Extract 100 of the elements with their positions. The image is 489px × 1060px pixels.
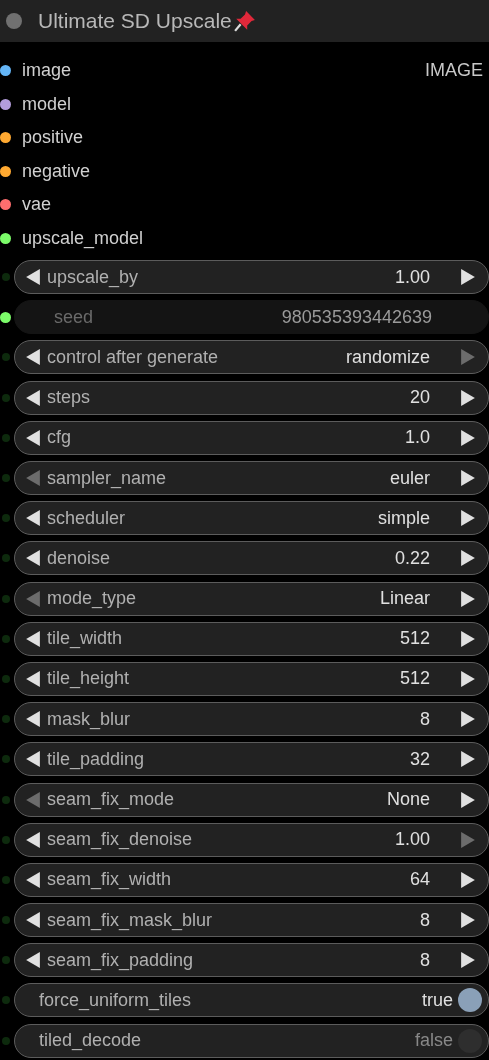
increment-arrow-icon[interactable] <box>460 630 476 647</box>
input-slot-dot[interactable] <box>2 554 10 563</box>
input-slot-dot[interactable] <box>0 311 11 323</box>
toggle-knob[interactable] <box>458 1028 482 1053</box>
toggle-widget[interactable]: force_uniform_tiles true <box>14 983 489 1018</box>
widget-label: force_uniform_tiles <box>39 989 192 1011</box>
increment-arrow-icon[interactable] <box>460 912 476 929</box>
number-widget[interactable]: mask_blur 8 <box>14 702 489 737</box>
collapse-dot-icon[interactable] <box>6 13 22 29</box>
widget-value: randomize <box>345 346 430 368</box>
input-slot-dot[interactable] <box>2 674 10 683</box>
decrement-arrow-icon[interactable] <box>25 550 41 567</box>
increment-arrow-icon[interactable] <box>460 711 476 728</box>
input-slot-dot[interactable] <box>0 232 11 244</box>
input-slot-dot[interactable] <box>2 433 10 442</box>
input-slot-dot[interactable] <box>2 916 10 925</box>
input-slot-dot[interactable] <box>2 835 10 844</box>
increment-arrow-icon[interactable] <box>460 470 476 487</box>
number-widget[interactable]: seam_fix_mask_blur 8 <box>14 903 489 938</box>
number-widget[interactable]: tile_width 512 <box>14 621 489 656</box>
input-slot-dot[interactable] <box>2 795 10 804</box>
input-slot-dot[interactable] <box>2 715 10 724</box>
number-widget[interactable]: tile_padding 32 <box>14 742 489 777</box>
decrement-arrow-icon[interactable] <box>25 871 41 888</box>
increment-arrow-icon[interactable] <box>460 952 476 969</box>
input-slot-dot[interactable] <box>2 393 10 402</box>
decrement-arrow-icon[interactable] <box>25 630 41 647</box>
decrement-arrow-icon[interactable] <box>25 349 41 366</box>
input-slot-dot[interactable] <box>0 132 11 144</box>
widget-value: Linear <box>379 588 430 610</box>
widget-label: steps <box>47 387 91 409</box>
widget-label: seam_fix_mode <box>47 789 175 811</box>
number-widget[interactable]: seam_fix_denoise 1.00 <box>14 822 489 857</box>
number-widget[interactable]: seam_fix_width 64 <box>14 862 489 897</box>
input-slot-dot[interactable] <box>2 474 10 483</box>
decrement-arrow-icon[interactable] <box>25 952 41 969</box>
number-widget[interactable]: denoise 0.22 <box>14 541 489 576</box>
decrement-arrow-icon[interactable] <box>25 711 41 728</box>
input-slot-dot[interactable] <box>0 199 11 211</box>
input-label: vae <box>22 194 52 216</box>
toggle-knob[interactable] <box>458 988 482 1013</box>
decrement-arrow-icon[interactable] <box>25 912 41 929</box>
increment-arrow-icon[interactable] <box>460 269 476 286</box>
increment-arrow-icon[interactable] <box>460 590 476 607</box>
input-slot-dot[interactable] <box>2 514 10 523</box>
output-label: IMAGE <box>425 60 483 82</box>
input-label: upscale_model <box>22 227 144 249</box>
increment-arrow-icon[interactable] <box>460 550 476 567</box>
input-slot-dot[interactable] <box>2 1036 10 1045</box>
widget-label: tile_height <box>47 668 130 690</box>
increment-arrow-icon[interactable] <box>460 751 476 768</box>
input-label: image <box>22 60 72 82</box>
widget-value: 64 <box>409 869 430 891</box>
decrement-arrow-icon[interactable] <box>25 429 41 446</box>
input-slot-dot[interactable] <box>2 594 10 603</box>
number-widget[interactable]: tile_height 512 <box>14 661 489 696</box>
decrement-arrow-icon[interactable] <box>25 269 41 286</box>
decrement-arrow-icon[interactable] <box>25 670 41 687</box>
combo-widget[interactable]: scheduler simple <box>14 501 489 536</box>
converted-input-widget: seed 980535393442639 <box>14 300 489 335</box>
input-slot-dot[interactable] <box>2 875 10 884</box>
input-label: model <box>22 93 72 115</box>
number-widget[interactable]: seam_fix_padding 8 <box>14 943 489 978</box>
input-slot-dot[interactable] <box>2 996 10 1005</box>
combo-widget[interactable]: control after generate randomize <box>14 340 489 375</box>
increment-arrow-icon[interactable] <box>460 389 476 406</box>
widget-label: mode_type <box>47 588 137 610</box>
combo-widget[interactable]: mode_type Linear <box>14 581 489 616</box>
input-label: negative <box>22 160 91 182</box>
combo-widget[interactable]: sampler_name euler <box>14 461 489 496</box>
widget-value: None <box>386 789 430 811</box>
widget-label: cfg <box>47 427 71 449</box>
input-slot-dot[interactable] <box>2 353 10 362</box>
decrement-arrow-icon[interactable] <box>25 751 41 768</box>
decrement-arrow-icon[interactable] <box>25 510 41 527</box>
decrement-arrow-icon[interactable] <box>25 389 41 406</box>
widget-value: false <box>414 1030 453 1052</box>
input-slot-dot[interactable] <box>2 755 10 764</box>
increment-arrow-icon[interactable] <box>460 510 476 527</box>
toggle-widget[interactable]: tiled_decode false <box>14 1023 489 1058</box>
increment-arrow-icon[interactable] <box>460 429 476 446</box>
number-widget[interactable]: cfg 1.0 <box>14 420 489 455</box>
input-slot-dot[interactable] <box>0 98 11 110</box>
increment-arrow-icon[interactable] <box>460 871 476 888</box>
input-slot-dot[interactable] <box>2 273 10 282</box>
number-widget[interactable]: upscale_by 1.00 <box>14 260 489 295</box>
increment-arrow-icon[interactable] <box>460 791 476 808</box>
input-slot-dot[interactable] <box>0 65 11 77</box>
combo-widget[interactable]: seam_fix_mode None <box>14 782 489 817</box>
decrement-arrow-icon[interactable] <box>25 831 41 848</box>
input-slot-dot[interactable] <box>2 634 10 643</box>
widget-value: 20 <box>409 387 430 409</box>
widget-value: 1.00 <box>394 829 430 851</box>
widget-value: 8 <box>420 708 430 730</box>
input-slot-dot[interactable] <box>2 956 10 965</box>
widget-label: tiled_decode <box>39 1030 142 1052</box>
widget-label: seam_fix_width <box>47 869 172 891</box>
number-widget[interactable]: steps 20 <box>14 380 489 415</box>
input-slot-dot[interactable] <box>0 165 11 177</box>
increment-arrow-icon[interactable] <box>460 670 476 687</box>
